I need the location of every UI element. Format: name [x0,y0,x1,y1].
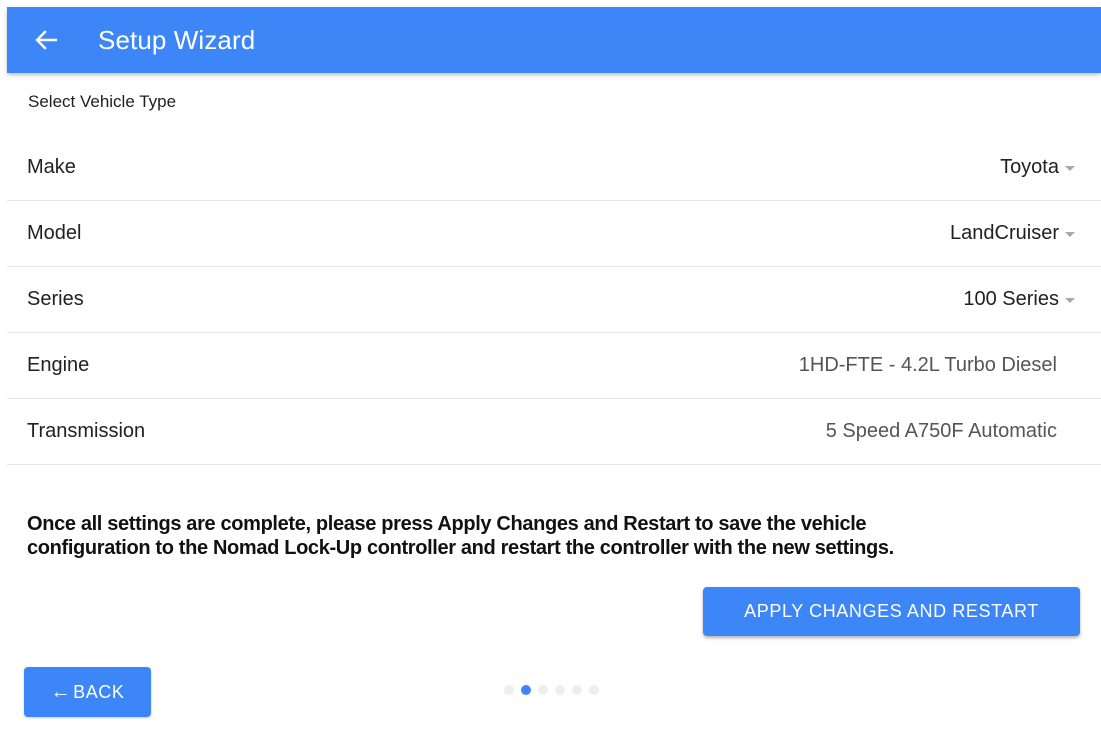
engine-value: 1HD-FTE - 4.2L Turbo Diesel [798,354,1057,376]
series-row: Series 100 Series [7,267,1101,333]
series-select[interactable]: 100 Series [963,288,1075,311]
series-value: 100 Series [963,288,1059,310]
caret-down-icon [1065,298,1075,303]
page-title: Setup Wizard [98,24,256,55]
model-select[interactable]: LandCruiser [950,222,1075,245]
make-label: Make [27,156,76,178]
instructions-line-2: configuration to the Nomad Lock-Up contr… [27,537,894,559]
app-bar: Setup Wizard [7,7,1101,73]
arrow-left-icon: ← [50,681,72,703]
make-row: Make Toyota [7,135,1101,201]
caret-down-icon [1065,232,1075,237]
transmission-value: 5 Speed A750F Automatic [825,420,1057,442]
step-dot [521,685,531,695]
step-dot [504,685,514,695]
arrow-left-icon[interactable] [32,26,60,54]
apply-changes-button[interactable]: APPLY CHANGES AND RESTART [703,587,1080,636]
back-button-label: BACK [73,681,125,702]
back-button[interactable]: ← BACK [24,667,151,717]
make-value: Toyota [1000,156,1059,178]
step-dot [555,685,565,695]
transmission-row: Transmission 5 Speed A750F Automatic [7,399,1101,465]
instructions-text: Once all settings are complete, please p… [27,512,1087,560]
model-label: Model [27,222,82,244]
step-dot [538,685,548,695]
transmission-label: Transmission [27,420,146,442]
step-dot [589,685,599,695]
engine-row: Engine 1HD-FTE - 4.2L Turbo Diesel [7,333,1101,399]
engine-label: Engine [27,354,90,376]
model-value: LandCruiser [950,222,1059,244]
instructions-line-1: Once all settings are complete, please p… [27,513,867,535]
section-label: Select Vehicle Type [28,92,177,111]
step-indicator [504,685,606,695]
caret-down-icon [1065,166,1075,171]
step-dot [572,685,582,695]
model-row: Model LandCruiser [7,201,1101,267]
series-label: Series [27,288,84,310]
vehicle-settings-list: Make Toyota Model LandCruiser Series 100… [7,135,1101,465]
make-select[interactable]: Toyota [1000,156,1075,179]
